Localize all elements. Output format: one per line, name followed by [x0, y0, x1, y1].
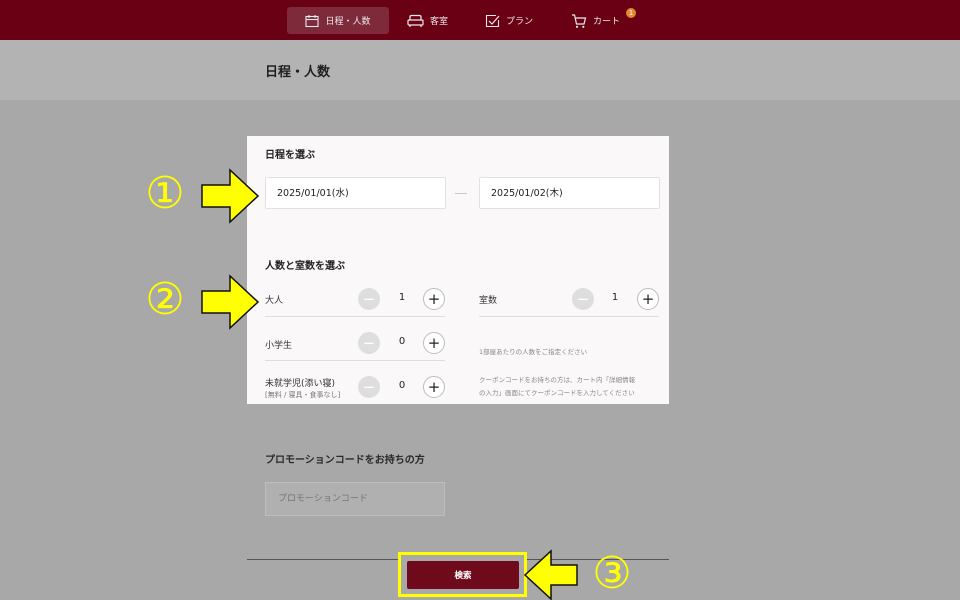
nav-tab-plan[interactable]: プラン [485, 7, 533, 34]
per-room-note: 1部屋あたりの人数をご指定ください [479, 348, 588, 356]
nav-tab-rooms[interactable]: 客室 [407, 7, 448, 34]
adult-row-divider [265, 316, 445, 317]
adult-increment-button[interactable]: + [423, 288, 445, 310]
child-increment-button[interactable]: + [423, 332, 445, 354]
annotation-marker-3: ③ [592, 548, 632, 599]
cart-icon [571, 13, 587, 29]
annotation-marker-1: ① [145, 168, 185, 219]
minus-icon: − [576, 289, 590, 308]
nav-tab-rooms-label: 客室 [430, 17, 449, 27]
search-button[interactable]: 検索 [407, 561, 519, 589]
child-decrement-button[interactable]: − [358, 332, 380, 354]
nav-tab-schedule[interactable]: 日程・人数 [287, 7, 389, 34]
annotation-marker-2: ② [145, 274, 185, 325]
adult-count: 1 [398, 292, 406, 303]
rooms-label: 室数 [479, 296, 498, 306]
nav-tab-plan-label: プラン [506, 17, 534, 27]
infant-label: 未就学児(添い寝) [265, 379, 336, 389]
top-nav-bar [0, 0, 960, 40]
minus-icon: − [362, 289, 376, 308]
plus-icon: + [641, 289, 655, 308]
cart-count-badge: 1 [626, 8, 636, 18]
coupon-note-line-2: の入力」画面にてクーポンコードを入力してください [479, 389, 635, 397]
adult-decrement-button[interactable]: − [358, 288, 380, 310]
plus-icon: + [427, 377, 441, 396]
rooms-count: 1 [611, 292, 619, 303]
rooms-increment-button[interactable]: + [637, 288, 659, 310]
date-range-separator [455, 193, 467, 194]
checkout-date-field[interactable]: 2025/01/02(木) [479, 177, 660, 209]
annotation-arrow-2 [201, 274, 260, 330]
child-row-divider [265, 360, 445, 361]
child-count: 0 [398, 336, 406, 347]
promo-code-input[interactable] [265, 482, 445, 516]
minus-icon: − [362, 333, 376, 352]
infant-count: 0 [398, 380, 406, 391]
nav-tab-cart[interactable]: カート [571, 7, 620, 34]
date-section-label: 日程を選ぶ [265, 150, 315, 161]
coupon-note-line-1: クーポンコードをお持ちの方は、カート内「詳細情報 [479, 376, 635, 384]
page-title: 日程・人数 [265, 65, 331, 80]
infant-sublabel: [無料 / 寝具・食事なし] [265, 391, 341, 399]
rooms-row-divider [479, 316, 659, 317]
annotation-arrow-3 [523, 549, 578, 600]
sofa-icon [407, 14, 424, 28]
checkin-date-field[interactable]: 2025/01/01(水) [265, 177, 446, 209]
plus-icon: + [427, 333, 441, 352]
title-band [0, 40, 960, 100]
child-label: 小学生 [265, 341, 293, 351]
plus-icon: + [427, 289, 441, 308]
rooms-decrement-button[interactable]: − [572, 288, 594, 310]
adult-label: 大人 [265, 296, 284, 306]
minus-icon: − [362, 377, 376, 396]
nav-tab-cart-label: カート [593, 17, 621, 27]
promo-code-label: プロモーションコードをお持ちの方 [265, 455, 425, 466]
calendar-icon [305, 14, 320, 28]
nav-tab-schedule-label: 日程・人数 [325, 17, 371, 27]
infant-decrement-button[interactable]: − [358, 376, 380, 398]
plan-check-icon [485, 14, 500, 28]
guest-section-label: 人数と室数を選ぶ [265, 261, 345, 272]
infant-increment-button[interactable]: + [423, 376, 445, 398]
annotation-arrow-1 [201, 168, 260, 224]
